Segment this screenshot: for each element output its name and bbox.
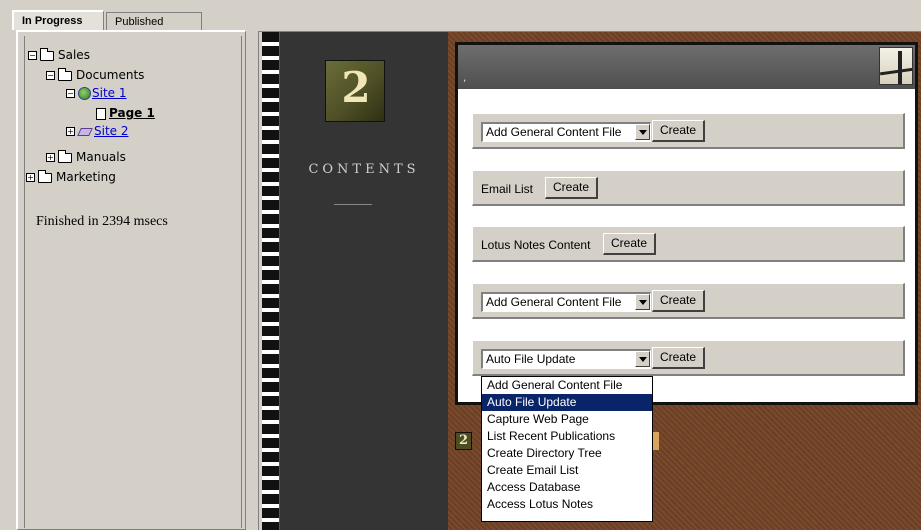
folder-icon <box>38 169 52 183</box>
pane-divider[interactable] <box>255 0 259 530</box>
globe-site-icon <box>78 87 91 100</box>
folder-icon <box>58 67 72 81</box>
status-message: Finished in 2394 msecs <box>36 214 168 229</box>
site-stack-icon <box>78 126 92 137</box>
tree-item-manuals[interactable]: + Manuals <box>46 148 126 166</box>
row-add-content-1: Add General Content File Create <box>472 113 905 149</box>
page-icon <box>96 107 106 120</box>
panel-header: , <box>458 45 915 89</box>
tree-item-sales[interactable]: − Sales <box>28 46 90 64</box>
dropdown-option[interactable]: Capture Web Page <box>482 411 652 428</box>
bridge-image-icon <box>879 47 913 85</box>
lotus-notes-label: Lotus Notes Content <box>481 238 591 252</box>
right-toolbar-strip <box>258 0 921 32</box>
contents-sidebar: 2 CONTENTS <box>280 32 448 530</box>
contents-divider <box>334 204 372 205</box>
tree-item-site1[interactable]: − Site 1 <box>66 84 127 102</box>
tree-label-sales: Sales <box>58 48 90 62</box>
page1-link[interactable]: Page 1 <box>109 106 155 120</box>
create-button[interactable]: Create <box>652 120 706 142</box>
create-button[interactable]: Create <box>652 290 706 312</box>
select-value: Add General Content File <box>486 295 622 309</box>
collapse-icon[interactable]: − <box>66 89 75 98</box>
header-mark: , <box>463 73 467 84</box>
film-rail <box>262 32 280 530</box>
select-value: Auto File Update <box>486 352 576 366</box>
content-type-select-open[interactable]: Auto File Update <box>481 349 651 369</box>
dropdown-option-selected[interactable]: Auto File Update <box>482 394 652 411</box>
row-email-list: Email List Create <box>472 170 905 206</box>
tree-label-manuals: Manuals <box>76 150 126 164</box>
collapse-icon[interactable]: − <box>46 71 55 80</box>
email-list-label: Email List <box>481 182 534 196</box>
row-add-content-2: Add General Content File Create <box>472 283 905 319</box>
logo-2-icon: 2 <box>325 60 385 122</box>
dropdown-list[interactable]: Add General Content File Auto File Updat… <box>481 376 653 522</box>
dropdown-option[interactable]: Add General Content File <box>482 377 652 394</box>
tab-in-progress[interactable]: In Progress <box>12 10 104 30</box>
dropdown-arrow-icon[interactable] <box>635 124 650 140</box>
dropdown-option[interactable]: Access Lotus Notes <box>482 496 652 513</box>
tree-label-documents: Documents <box>76 68 145 82</box>
dropdown-option[interactable]: Access Database <box>482 479 652 496</box>
dropdown-option[interactable]: List Recent Publications <box>482 428 652 445</box>
tree-item-page1[interactable]: Page 1 <box>96 104 155 122</box>
content-type-select[interactable]: Add General Content File <box>481 292 651 312</box>
expand-icon[interactable]: + <box>26 173 35 182</box>
select-value: Add General Content File <box>486 125 622 139</box>
dropdown-option[interactable]: Create Directory Tree <box>482 445 652 462</box>
folder-icon <box>40 47 54 61</box>
create-lotus-notes-button[interactable]: Create <box>603 233 657 255</box>
tree-item-documents[interactable]: − Documents <box>46 66 144 84</box>
dropdown-arrow-icon[interactable] <box>635 351 650 367</box>
tree-item-site2[interactable]: + Site 2 <box>66 122 129 140</box>
tree-item-marketing[interactable]: + Marketing <box>26 168 116 186</box>
site1-link[interactable]: Site 1 <box>92 86 127 100</box>
site2-link[interactable]: Site 2 <box>94 124 129 138</box>
dropdown-arrow-icon[interactable] <box>635 294 650 310</box>
create-email-list-button[interactable]: Create <box>545 177 599 199</box>
tree-label-marketing: Marketing <box>56 170 116 184</box>
mini-logo-2-icon: 2 <box>455 432 472 450</box>
contents-label: CONTENTS <box>308 162 420 177</box>
mini-logo-tail <box>653 432 659 450</box>
tab-published[interactable]: Published <box>106 12 202 30</box>
expand-icon[interactable]: + <box>46 153 55 162</box>
create-button[interactable]: Create <box>652 347 706 369</box>
left-pane: In Progress Published − Sales − Documents … <box>0 0 255 530</box>
expand-icon[interactable]: + <box>66 127 75 136</box>
row-auto-file-update: Auto File Update Create <box>472 340 905 376</box>
logo-number: 2 <box>341 63 371 112</box>
dropdown-option[interactable]: Create Email List <box>482 462 652 479</box>
row-lotus-notes: Lotus Notes Content Create <box>472 226 905 262</box>
folder-icon <box>58 149 72 163</box>
content-type-select[interactable]: Add General Content File <box>481 122 651 142</box>
collapse-icon[interactable]: − <box>28 51 37 60</box>
